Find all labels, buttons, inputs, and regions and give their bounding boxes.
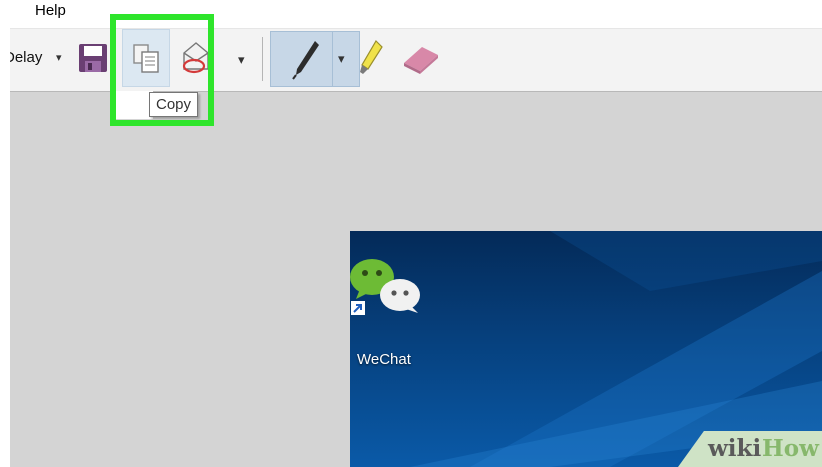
highlight-box [110, 14, 214, 126]
chevron-down-icon[interactable]: ▾ [338, 51, 345, 67]
chevron-down-icon[interactable]: ▾ [238, 52, 245, 68]
delay-button[interactable]: Delay ▾ [10, 29, 76, 87]
pen-split-divider [332, 31, 333, 87]
wechat-shortcut[interactable]: WeChat [350, 255, 426, 368]
delay-label: Delay [10, 49, 43, 66]
watermark-how: How [762, 435, 819, 462]
pen-icon [292, 41, 319, 80]
menu-item-help[interactable]: Help [35, 2, 66, 19]
toolbar-separator [262, 37, 263, 81]
shortcut-arrow-icon [351, 301, 365, 315]
wechat-label: WeChat [357, 351, 411, 368]
snip-preview-desktop: WeChat wiki How [350, 231, 822, 467]
eraser-button[interactable] [400, 43, 444, 77]
save-button[interactable] [78, 43, 110, 75]
save-icon [79, 44, 107, 72]
eraser-icon [404, 47, 438, 74]
chevron-down-icon: ▾ [56, 52, 62, 64]
snipping-tool-window: : Help Delay ▾ [10, 0, 822, 467]
highlighter-icon [360, 40, 383, 74]
pen-button[interactable] [270, 31, 360, 87]
highlighter-button[interactable] [358, 39, 386, 79]
watermark-wiki: wiki [708, 435, 762, 462]
